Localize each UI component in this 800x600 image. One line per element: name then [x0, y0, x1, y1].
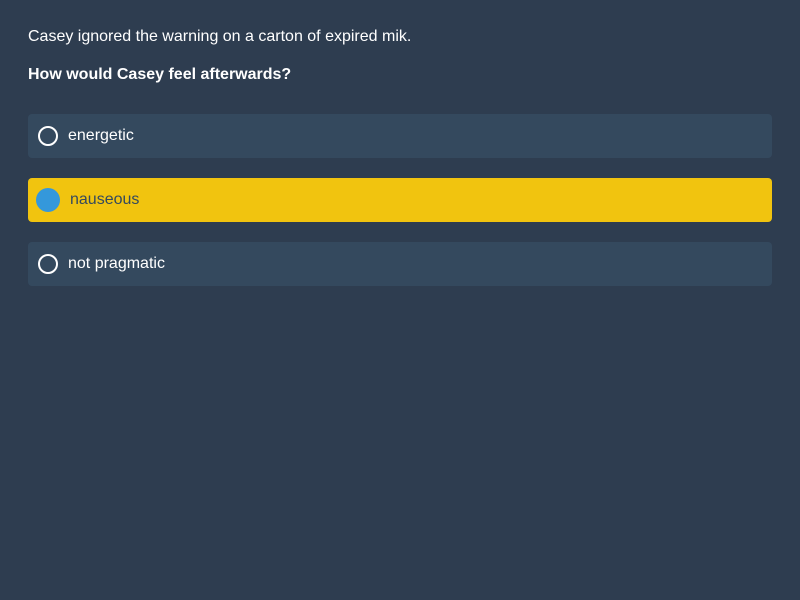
- radio-unchecked-icon[interactable]: [38, 254, 58, 274]
- option-not-pragmatic[interactable]: not pragmatic: [28, 242, 772, 286]
- radio-unchecked-icon[interactable]: [38, 126, 58, 146]
- question-text: How would Casey feel afterwards?: [28, 66, 292, 83]
- option-label: nauseous: [70, 191, 140, 208]
- context-text: Casey ignored the warning on a carton of…: [28, 28, 412, 45]
- option-label: not pragmatic: [68, 255, 165, 272]
- option-nauseous[interactable]: nauseous: [28, 178, 772, 222]
- option-energetic[interactable]: energetic: [28, 114, 772, 158]
- option-label: energetic: [68, 127, 134, 144]
- answer-options: energetic nauseous not pragmatic: [28, 114, 772, 286]
- quiz-panel: Casey ignored the warning on a carton of…: [0, 0, 800, 600]
- radio-checked-icon[interactable]: [36, 188, 60, 212]
